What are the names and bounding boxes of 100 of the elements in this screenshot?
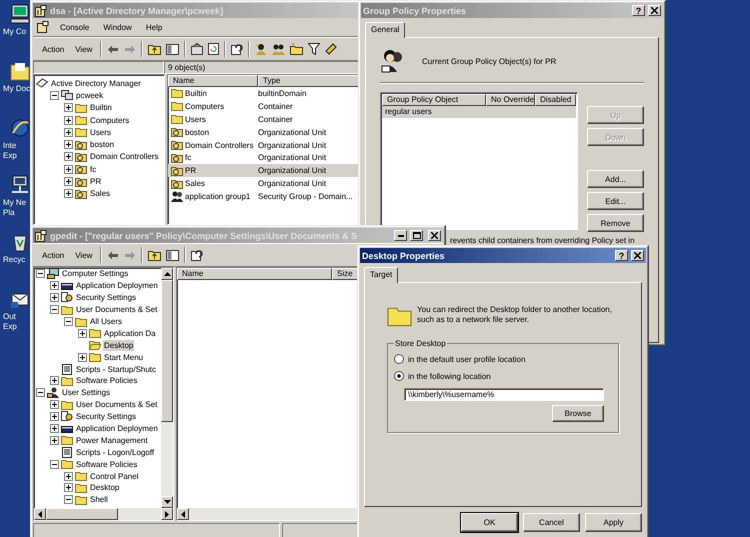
desktop-icon-label[interactable]: Inte Exp xyxy=(3,141,17,161)
down-arrow-icon[interactable] xyxy=(164,500,170,504)
dialog-button[interactable]: OK xyxy=(461,513,518,532)
expand-icon[interactable] xyxy=(64,103,73,112)
list-row[interactable]: boston Organizational Unit xyxy=(168,126,371,139)
column-header[interactable]: Name xyxy=(177,268,332,280)
up-folder-icon[interactable] xyxy=(148,250,162,260)
dialog-button[interactable]: Apply xyxy=(585,513,642,532)
scrollbar[interactable] xyxy=(34,508,173,520)
toolbar-menu[interactable]: View xyxy=(72,44,96,54)
panes-icon[interactable] xyxy=(166,44,180,54)
collapse-icon[interactable] xyxy=(50,460,59,469)
expand-icon[interactable] xyxy=(64,128,73,137)
tree-item[interactable]: Builtin xyxy=(89,102,113,114)
expand-icon[interactable] xyxy=(50,424,59,434)
filter-icon[interactable] xyxy=(308,43,320,55)
tree-item[interactable]: Computers xyxy=(89,114,130,126)
new-user-icon[interactable] xyxy=(255,43,268,55)
tree-item[interactable]: Computer Settings xyxy=(61,268,130,280)
toolbar-menu[interactable]: Action xyxy=(39,250,68,260)
list-row[interactable]: Computers Container xyxy=(168,100,371,113)
tree-item[interactable]: User Settings xyxy=(61,387,112,398)
tree-item[interactable]: User Documents & Set xyxy=(75,399,158,410)
tree-item[interactable]: pcweek xyxy=(75,90,104,101)
tree-item[interactable]: Domain Controllers xyxy=(89,151,160,162)
expand-icon[interactable] xyxy=(64,472,73,481)
desktop-icon-label[interactable]: My Doc xyxy=(3,84,30,94)
radio-option[interactable]: in the default user profile location xyxy=(394,354,610,364)
tree-item[interactable]: Sales xyxy=(89,188,112,200)
column-header[interactable]: Disabled xyxy=(535,94,576,106)
new-group-icon[interactable] xyxy=(272,43,286,55)
expand-icon[interactable] xyxy=(50,436,59,445)
collapse-icon[interactable] xyxy=(50,305,59,314)
expand-icon[interactable] xyxy=(50,293,59,302)
column-header[interactable]: Name xyxy=(168,75,258,87)
expand-icon[interactable] xyxy=(78,352,87,362)
collapse-icon[interactable] xyxy=(64,495,73,504)
menu-item[interactable]: Console xyxy=(57,22,92,32)
tree-item[interactable]: Software Policies xyxy=(75,375,138,386)
new-folder-icon[interactable] xyxy=(290,43,304,55)
back-arrow-icon[interactable] xyxy=(107,250,120,260)
dialog-button[interactable]: Remove xyxy=(587,214,644,232)
list-row[interactable]: fc Organizational Unit xyxy=(168,151,371,164)
collapse-icon[interactable] xyxy=(64,317,73,326)
help-icon[interactable] xyxy=(231,43,244,55)
dialog-button[interactable]: Edit... xyxy=(587,192,644,210)
radio-button[interactable] xyxy=(394,371,404,381)
expand-icon[interactable] xyxy=(64,189,73,198)
toolbar-menu[interactable]: Action xyxy=(39,44,68,54)
folder-icon[interactable] xyxy=(9,60,31,82)
tree-item[interactable]: Power Management xyxy=(75,434,149,446)
list-row[interactable]: regular users xyxy=(382,106,576,118)
tree-item[interactable]: Security Settings xyxy=(75,411,138,422)
back-arrow-icon[interactable] xyxy=(107,44,120,54)
expand-icon[interactable] xyxy=(64,152,73,162)
refresh-icon[interactable] xyxy=(208,43,220,55)
panes-icon[interactable] xyxy=(166,250,180,260)
tree-item[interactable]: Desktop xyxy=(89,482,120,494)
radio-button[interactable] xyxy=(394,354,404,364)
tree-item[interactable]: Control Panel xyxy=(89,470,140,482)
column-header[interactable]: Group Policy Object xyxy=(382,94,486,106)
desktop-icon-label[interactable]: My Co xyxy=(3,27,26,37)
menu-item[interactable]: Help xyxy=(142,22,166,32)
help-button[interactable]: ? xyxy=(615,250,628,261)
dialog-button[interactable]: Cancel xyxy=(523,513,580,532)
dialog-button[interactable]: Add... xyxy=(587,170,644,188)
expand-icon[interactable] xyxy=(64,177,73,186)
computer-icon[interactable] xyxy=(9,3,31,25)
collapse-icon[interactable] xyxy=(36,388,45,398)
column-header[interactable]: No Override xyxy=(486,94,536,106)
tree-item[interactable]: Start Menu xyxy=(103,352,144,363)
list-row[interactable]: application group1 Security Group - Domain... xyxy=(168,190,371,204)
tree-item[interactable]: Scripts - Startup/Shutc xyxy=(75,364,158,375)
expand-icon[interactable] xyxy=(64,116,73,125)
menu-item[interactable]: Window xyxy=(100,22,135,32)
network-icon[interactable] xyxy=(9,174,31,196)
properties-icon[interactable] xyxy=(191,43,204,55)
tab[interactable]: Target xyxy=(364,267,398,283)
tree-item[interactable]: PR xyxy=(89,176,102,188)
tree-item[interactable]: Scripts - Logon/Logoff xyxy=(75,446,156,458)
tree-item[interactable]: Active Directory Manager xyxy=(50,78,142,89)
scrollbar[interactable] xyxy=(161,268,173,508)
list-row[interactable]: Sales Organizational Unit xyxy=(168,177,371,190)
path-field[interactable]: \\kimberly\%username% xyxy=(404,388,604,401)
list-row[interactable]: Builtin builtinDomain xyxy=(168,87,371,100)
desktop-icon-label[interactable]: Out Exp xyxy=(3,312,17,332)
tree-item[interactable]: All Users xyxy=(89,316,124,327)
right-arrow-icon[interactable] xyxy=(165,510,169,518)
expand-icon[interactable] xyxy=(64,483,73,492)
tab[interactable]: General xyxy=(365,22,406,38)
desktop-icon-label[interactable]: My Ne Pla xyxy=(3,198,26,218)
tree-item[interactable]: Application Deploymen xyxy=(75,280,159,292)
left-arrow-icon[interactable] xyxy=(181,510,185,518)
help-icon[interactable] xyxy=(191,249,204,261)
tree-item[interactable]: Users xyxy=(89,126,112,138)
tree-item[interactable]: User Documents & Set xyxy=(75,304,158,316)
globe-icon[interactable] xyxy=(9,117,31,139)
list-row[interactable]: Users Container xyxy=(168,112,371,126)
expand-icon[interactable] xyxy=(50,400,59,410)
close-button[interactable] xyxy=(631,250,644,261)
